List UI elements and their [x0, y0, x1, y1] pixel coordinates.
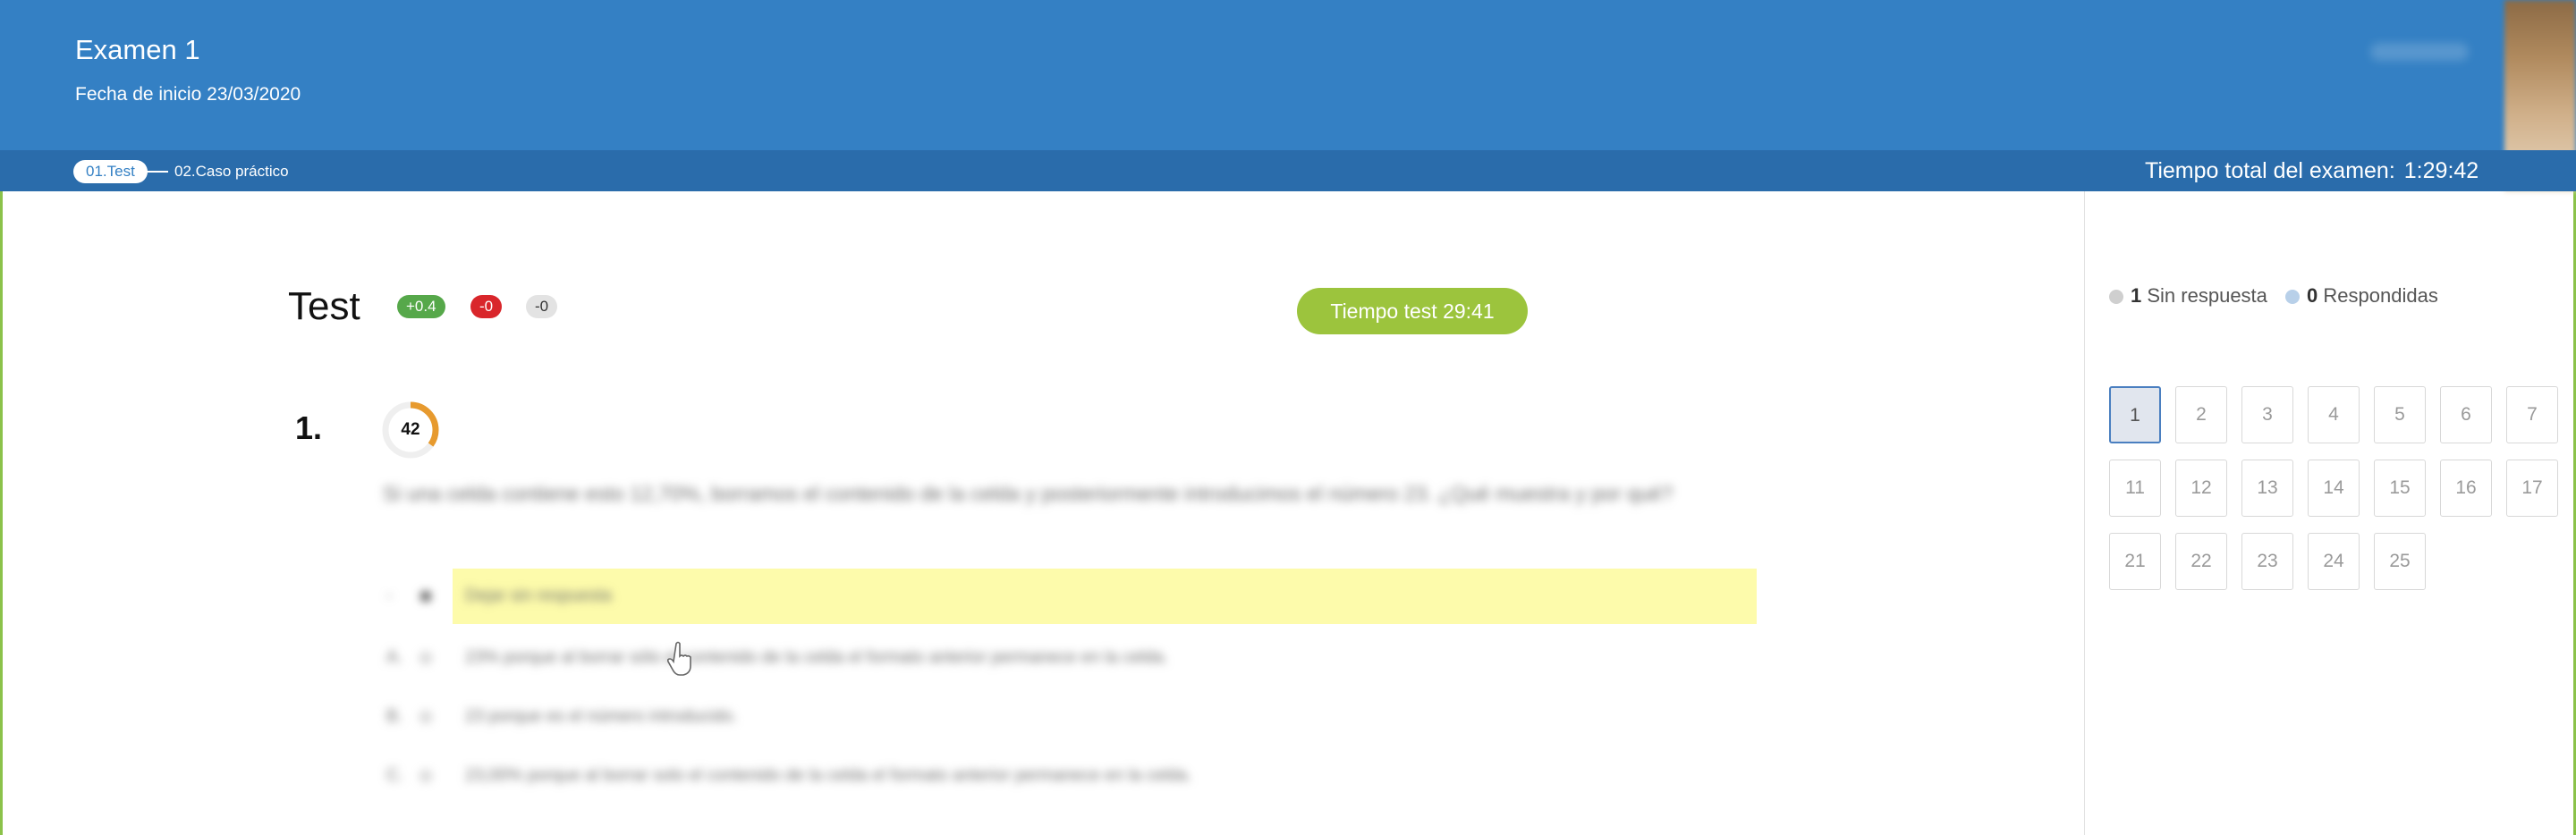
section-tabbar: 01.Test 02.Caso práctico Tiempo total de… — [0, 150, 2576, 191]
question-nav-11[interactable]: 11 — [2109, 460, 2161, 517]
unanswered-label: Sin respuesta — [2147, 284, 2267, 307]
answer-text: 23% porque al borrar sólo el contenido d… — [465, 648, 1168, 667]
question-text: Si una celda contiene esto 12,70%, borra… — [383, 482, 1674, 505]
question-nav-21[interactable]: 21 — [2109, 533, 2161, 590]
question-time-counter: 42 — [381, 401, 440, 460]
sidebar-divider — [2084, 191, 2085, 835]
exam-start-date: Fecha de inicio 23/03/2020 — [75, 84, 301, 105]
answer-letter: B. — [386, 707, 402, 726]
total-time-value: 1:29:42 — [2403, 158, 2479, 183]
score-blank-badge: -0 — [526, 295, 558, 318]
radio-icon[interactable] — [420, 712, 431, 722]
section-title: Test — [288, 284, 360, 328]
question-nav-3[interactable]: 3 — [2241, 386, 2293, 443]
question-nav-6[interactable]: 6 — [2440, 386, 2492, 443]
answered-label: Respondidas — [2323, 284, 2438, 307]
question-number: 1. — [295, 409, 323, 446]
question-nav-15[interactable]: 15 — [2374, 460, 2426, 517]
question-nav-1[interactable]: 1 — [2109, 386, 2161, 443]
answer-text: 23,00% porque al borrar solo el contenid… — [465, 766, 1192, 785]
question-nav-2[interactable]: 2 — [2175, 386, 2227, 443]
answer-letter: - — [386, 586, 393, 605]
tab-test[interactable]: 01.Test — [73, 160, 148, 183]
header-user-info-blurred — [2370, 43, 2469, 61]
answer-text: Dejar sin respuesta — [465, 586, 612, 605]
tab-caso-practico[interactable]: 02.Caso práctico — [174, 160, 289, 183]
answer-letter: C. — [386, 766, 403, 785]
score-correct-badge: +0.4 — [397, 295, 445, 318]
question-nav-4[interactable]: 4 — [2308, 386, 2360, 443]
radio-icon[interactable] — [420, 653, 431, 663]
test-timer: Tiempo test 29:41 — [1297, 288, 1528, 334]
answer-legend: 1 Sin respuesta 0 Respondidas — [2109, 284, 2438, 308]
question-counter-value: 42 — [401, 420, 420, 439]
question-nav-24[interactable]: 24 — [2308, 533, 2360, 590]
answer-text: 23 porque es el número introducido. — [465, 707, 738, 726]
answer-option-b[interactable]: B. 23 porque es el número introducido. — [386, 690, 1764, 744]
hand-cursor-icon — [667, 641, 691, 676]
question-nav-7[interactable]: 7 — [2506, 386, 2558, 443]
answer-option-c[interactable]: C. 23,00% porque al borrar solo el conte… — [386, 749, 1764, 803]
question-nav-25[interactable]: 25 — [2374, 533, 2426, 590]
unanswered-count: 1 — [2131, 284, 2142, 307]
score-wrong-badge: -0 — [470, 295, 503, 318]
question-nav-22[interactable]: 22 — [2175, 533, 2227, 590]
answer-option-blank[interactable]: - Dejar sin respuesta — [386, 569, 1764, 623]
answer-option-a[interactable]: A. 23% porque al borrar sólo el contenid… — [386, 631, 1764, 685]
question-nav-5[interactable]: 5 — [2374, 386, 2426, 443]
exam-header: Examen 1 Fecha de inicio 23/03/2020 — [0, 0, 2576, 150]
question-nav-13[interactable]: 13 — [2241, 460, 2293, 517]
radio-selected-icon[interactable] — [420, 591, 431, 602]
radio-icon[interactable] — [420, 771, 431, 781]
total-exam-time: Tiempo total del examen: 1:29:42 — [2145, 157, 2479, 184]
answered-count: 0 — [2307, 284, 2318, 307]
unanswered-dot-icon — [2109, 290, 2123, 304]
question-nav-23[interactable]: 23 — [2241, 533, 2293, 590]
question-nav-14[interactable]: 14 — [2308, 460, 2360, 517]
question-nav-16[interactable]: 16 — [2440, 460, 2492, 517]
answer-letter: A. — [386, 648, 402, 667]
question-nav-12[interactable]: 12 — [2175, 460, 2227, 517]
total-time-label: Tiempo total del examen: — [2145, 158, 2395, 183]
question-nav-17[interactable]: 17 — [2506, 460, 2558, 517]
exam-title: Examen 1 — [75, 34, 200, 65]
answered-dot-icon — [2285, 290, 2301, 304]
tab-connector-line — [143, 171, 168, 173]
